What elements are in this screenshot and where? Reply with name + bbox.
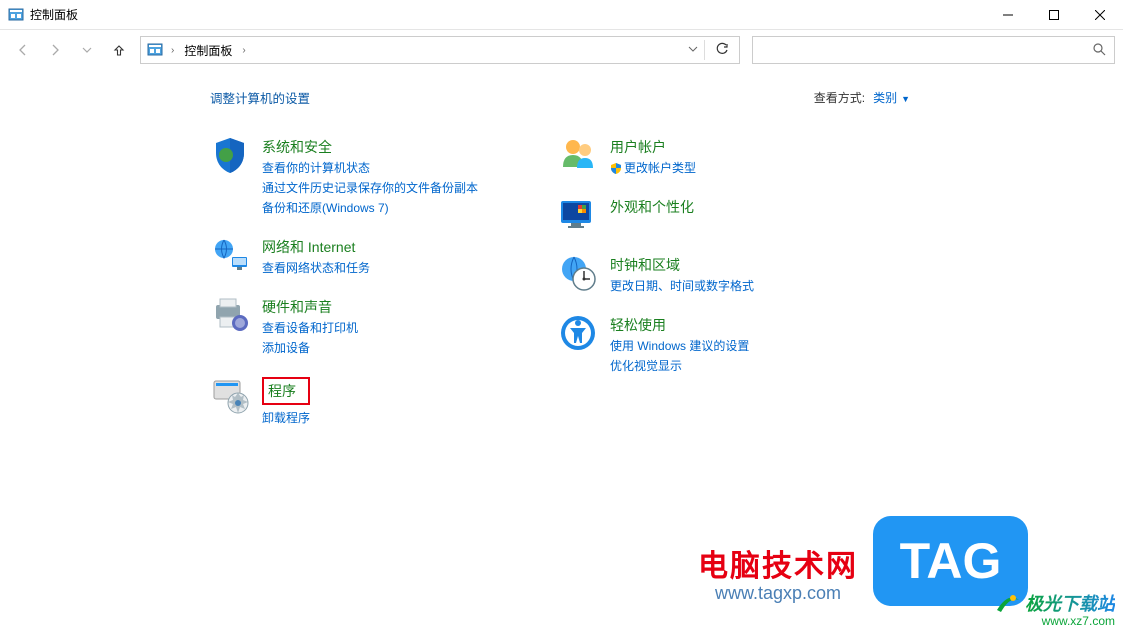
titlebar: 控制面板 — [0, 0, 1123, 30]
watermark-url: www.tagxp.com — [698, 583, 858, 604]
control-panel-icon — [8, 7, 24, 23]
search-input[interactable] — [753, 43, 1092, 57]
view-by-dropdown[interactable]: 类别▼ — [873, 89, 910, 106]
category-appearance: 外观和个性化 — [558, 195, 754, 235]
category-link[interactable]: 卸载程序 — [262, 409, 310, 427]
swoosh-icon — [995, 590, 1021, 616]
category-link[interactable]: 优化视觉显示 — [610, 357, 749, 375]
recent-locations-button[interactable] — [72, 36, 102, 64]
forward-button[interactable] — [40, 36, 70, 64]
back-button[interactable] — [8, 36, 38, 64]
highlight-box: 程序 — [262, 377, 310, 405]
chevron-down-icon: ▼ — [901, 94, 910, 104]
navbar: › 控制面板 › — [0, 30, 1123, 70]
category-ease-of-access: 轻松使用 使用 Windows 建议的设置 优化视觉显示 — [558, 313, 754, 375]
search-box[interactable] — [752, 36, 1115, 64]
breadcrumb-item[interactable]: 控制面板 — [180, 42, 236, 59]
category-column-right: 用户帐户 更改帐户类型 外观和个性化 时钟和区域 更改日期、时间或数字格式 — [558, 135, 754, 427]
printer-icon — [210, 295, 250, 335]
ease-of-access-icon — [558, 313, 598, 353]
category-system-security: 系统和安全 查看你的计算机状态 通过文件历史记录保存你的文件备份副本 备份和还原… — [210, 135, 478, 217]
watermark-url: www.xz7.com — [995, 614, 1115, 628]
category-link[interactable]: 添加设备 — [262, 339, 358, 357]
minimize-button[interactable] — [985, 0, 1031, 30]
watermark-tagxp: 电脑技术网 www.tagxp.com — [698, 541, 858, 604]
content-area: 调整计算机的设置 查看方式: 类别▼ 系统和安全 查看你的计算机状态 通过文件历… — [0, 70, 1123, 427]
category-title[interactable]: 用户帐户 — [610, 137, 696, 157]
programs-icon — [210, 375, 250, 415]
category-title[interactable]: 轻松使用 — [610, 315, 749, 335]
view-by-label: 查看方式: — [814, 89, 865, 106]
network-icon — [210, 235, 250, 275]
watermark-xz7: 极光下载站 www.xz7.com — [995, 590, 1115, 628]
user-accounts-icon — [558, 135, 598, 175]
category-title[interactable]: 网络和 Internet — [262, 237, 370, 257]
category-link[interactable]: 使用 Windows 建议的设置 — [610, 337, 749, 355]
category-title[interactable]: 硬件和声音 — [262, 297, 358, 317]
close-button[interactable] — [1077, 0, 1123, 30]
category-title[interactable]: 外观和个性化 — [610, 197, 694, 217]
address-dropdown[interactable] — [682, 44, 704, 57]
category-column-left: 系统和安全 查看你的计算机状态 通过文件历史记录保存你的文件备份副本 备份和还原… — [210, 135, 478, 427]
up-button[interactable] — [104, 36, 134, 64]
chevron-right-icon[interactable]: › — [238, 45, 249, 56]
page-title: 调整计算机的设置 — [210, 88, 310, 107]
maximize-button[interactable] — [1031, 0, 1077, 30]
search-icon[interactable] — [1092, 42, 1106, 59]
category-link[interactable]: 查看你的计算机状态 — [262, 159, 478, 177]
appearance-icon — [558, 195, 598, 235]
category-programs: 程序 卸载程序 — [210, 375, 478, 427]
category-link[interactable]: 更改帐户类型 — [610, 159, 696, 177]
address-bar[interactable]: › 控制面板 › — [140, 36, 740, 64]
category-link[interactable]: 查看网络状态和任务 — [262, 259, 370, 277]
window-title: 控制面板 — [30, 6, 78, 23]
clock-icon — [558, 253, 598, 293]
uac-shield-icon — [610, 162, 622, 174]
category-link[interactable]: 查看设备和打印机 — [262, 319, 358, 337]
category-title[interactable]: 时钟和区域 — [610, 255, 754, 275]
tag-badge-text: TAG — [900, 532, 1002, 590]
shield-icon — [210, 135, 250, 175]
watermark-text: 电脑技术网 — [698, 541, 858, 585]
category-user-accounts: 用户帐户 更改帐户类型 — [558, 135, 754, 177]
category-hardware: 硬件和声音 查看设备和打印机 添加设备 — [210, 295, 478, 357]
category-title[interactable]: 系统和安全 — [262, 137, 478, 157]
category-network: 网络和 Internet 查看网络状态和任务 — [210, 235, 478, 277]
category-link[interactable]: 通过文件历史记录保存你的文件备份副本 — [262, 179, 478, 197]
category-link[interactable]: 更改日期、时间或数字格式 — [610, 277, 754, 295]
chevron-right-icon[interactable]: › — [167, 45, 178, 56]
category-title[interactable]: 程序 — [268, 383, 296, 399]
watermark-text: 极光下载站 — [1025, 590, 1115, 616]
category-link[interactable]: 备份和还原(Windows 7) — [262, 199, 478, 217]
refresh-button[interactable] — [705, 42, 739, 59]
control-panel-icon — [147, 42, 163, 58]
breadcrumb: › 控制面板 › — [167, 42, 250, 59]
category-clock-region: 时钟和区域 更改日期、时间或数字格式 — [558, 253, 754, 295]
